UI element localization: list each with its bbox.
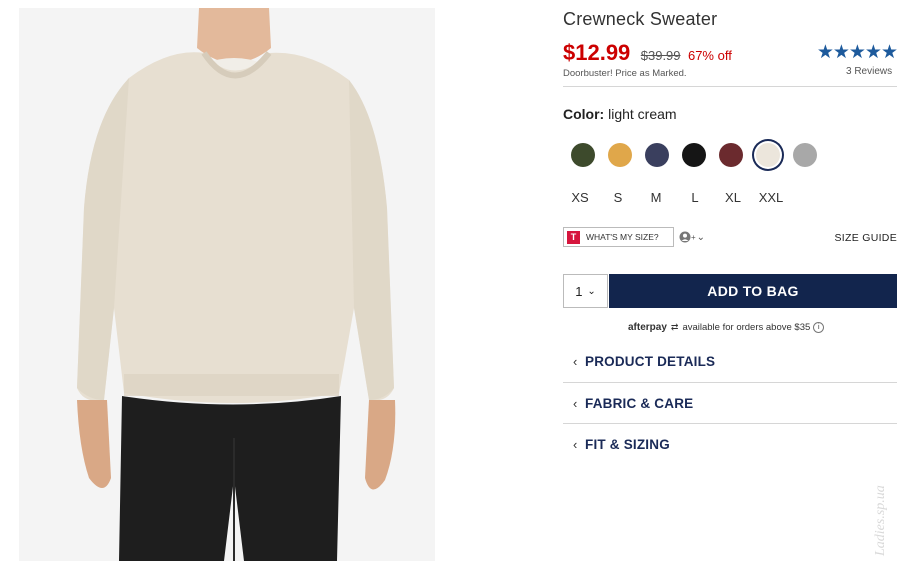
whats-my-size-label: WHAT'S MY SIZE?	[586, 232, 659, 242]
size-guide-link[interactable]: SIZE GUIDE	[817, 232, 897, 244]
afterpay-text: available for orders above $35	[682, 322, 811, 333]
size-option-xl[interactable]: XL	[718, 190, 748, 205]
user-icon	[679, 231, 691, 243]
size-option-s[interactable]: S	[603, 190, 633, 205]
color-swatch-olive[interactable]	[571, 143, 595, 167]
color-swatch-navy[interactable]	[645, 143, 669, 167]
accordion-fit-sizing[interactable]: ‹ FIT & SIZING	[563, 424, 897, 464]
accordion-label: PRODUCT DETAILS	[585, 353, 716, 369]
profile-dropdown[interactable]: + ⌄	[679, 231, 705, 243]
star-rating[interactable]: ★★★★★	[805, 41, 897, 64]
color-label-prefix: Color:	[563, 106, 605, 122]
size-option-xxl[interactable]: XXL	[756, 190, 786, 205]
afterpay-logo: afterpay	[628, 322, 667, 333]
product-title: Crewneck Sweater	[563, 9, 718, 29]
color-swatch-black[interactable]	[682, 143, 706, 167]
chevron-down-icon: ⌄	[587, 285, 596, 297]
watermark: Ladies.sp.ua	[873, 485, 888, 556]
afterpay-arrows-icon: ⇄	[670, 322, 679, 332]
quantity-select[interactable]: 1 ⌄	[563, 274, 608, 308]
whats-my-size-button[interactable]: T WHAT'S MY SIZE?	[563, 227, 674, 247]
add-to-bag-button[interactable]: ADD TO BAG	[609, 274, 897, 308]
color-swatch-heather-grey[interactable]	[793, 143, 817, 167]
divider	[563, 86, 897, 87]
accordion-label: FIT & SIZING	[585, 436, 670, 452]
accordion-product-details[interactable]: ‹ PRODUCT DETAILS	[563, 341, 897, 381]
accordion-fabric-care[interactable]: ‹ FABRIC & CARE	[563, 383, 897, 423]
afterpay-info: afterpay ⇄ available for orders above $3…	[628, 322, 825, 333]
price-note: Doorbuster! Price as Marked.	[563, 68, 687, 79]
color-swatch-light-cream[interactable]	[756, 143, 780, 167]
chevron-down-icon: ⌄	[696, 231, 706, 243]
original-price: $39.99	[640, 48, 681, 63]
color-label: Color: light cream	[563, 106, 677, 122]
price-row: $12.99 $39.99 67% off	[563, 40, 732, 66]
size-option-m[interactable]: M	[641, 190, 671, 205]
accordion-label: FABRIC & CARE	[585, 395, 694, 411]
chevron-left-icon: ‹	[573, 395, 578, 411]
sweater-illustration	[19, 8, 435, 561]
product-image[interactable]	[19, 8, 435, 561]
quantity-value: 1	[575, 283, 583, 299]
sale-price: $12.99	[563, 40, 631, 65]
selected-color: light cream	[608, 106, 677, 122]
info-icon[interactable]: i	[813, 322, 825, 333]
chevron-left-icon: ‹	[573, 436, 578, 452]
color-swatch-gold[interactable]	[608, 143, 632, 167]
chevron-left-icon: ‹	[573, 353, 578, 369]
reviews-link[interactable]: 3 Reviews	[846, 66, 892, 77]
size-option-l[interactable]: L	[680, 190, 710, 205]
size-option-xs[interactable]: XS	[565, 190, 595, 205]
true-fit-logo-icon: T	[567, 230, 580, 244]
discount-percent: 67% off	[687, 48, 732, 63]
plus-icon: +	[691, 232, 696, 242]
color-swatch-burgundy[interactable]	[719, 143, 743, 167]
